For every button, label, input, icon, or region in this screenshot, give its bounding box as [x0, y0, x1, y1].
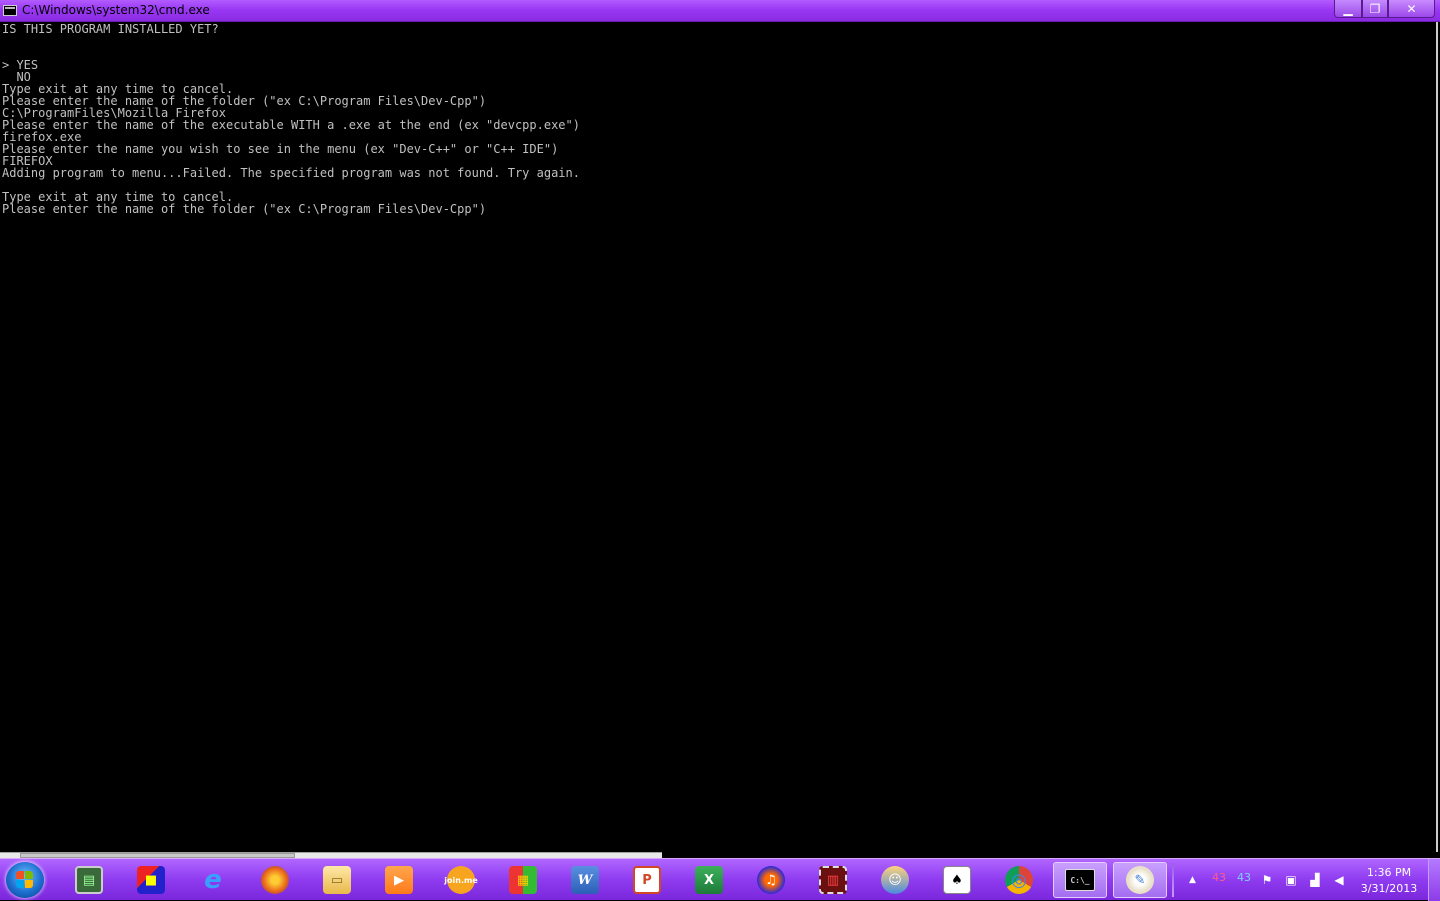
tray-indicator-2[interactable]: 43	[1237, 871, 1251, 884]
console-line: IS THIS PROGRAM INSTALLED YET?	[2, 22, 219, 36]
volume-icon[interactable]: ◀	[1332, 873, 1346, 887]
media-player-icon: ▶	[385, 866, 413, 894]
chrome-icon: ◎	[1005, 866, 1033, 894]
file-explorer-icon: ▭	[323, 866, 351, 894]
joinme-icon: join.me	[444, 866, 478, 894]
console-line: Please enter the name you wish to see in…	[2, 142, 559, 156]
clock[interactable]: 1:36 PM 3/31/2013	[1360, 865, 1418, 897]
network-icon[interactable]: ▣	[1284, 873, 1298, 887]
console-line: Adding program to menu...Failed. The spe…	[2, 166, 580, 180]
paint-icon: ✎	[1126, 866, 1154, 894]
taskbar-item-system-monitor[interactable]: ▤	[62, 862, 116, 898]
show-desktop-button[interactable]	[1428, 859, 1440, 901]
powerpoint-icon: P	[633, 866, 661, 894]
maximize-button[interactable]: ❐	[1362, 0, 1388, 18]
clock-time: 1:36 PM	[1366, 866, 1412, 879]
taskbar-item-firefox[interactable]: ◉	[248, 862, 302, 898]
taskbar-item-joinme[interactable]: join.me	[434, 862, 488, 898]
console-output: IS THIS PROGRAM INSTALLED YET? > YES NO Ty…	[2, 23, 580, 215]
console-line: > YES	[2, 58, 39, 72]
cmd-icon: C:\_	[1065, 869, 1095, 891]
firefox-icon: ◉	[261, 866, 289, 894]
taskbar-item-media-player[interactable]: ▶	[372, 862, 426, 898]
window-title: C:\Windows\system32\cmd.exe	[22, 3, 210, 17]
taskbar-item-internet-explorer[interactable]: e	[186, 862, 240, 898]
show-hidden-icons-icon[interactable]: ▲	[1189, 875, 1196, 885]
user-app-icon: ☺	[881, 866, 909, 894]
internet-explorer-icon: e	[204, 865, 222, 895]
taskbar: ▤■e◉▭▶join.me▦WPX♫▥☺♠◎C:\_✎ ▲ 43 43 ⚑ ▣ …	[0, 858, 1440, 901]
console-area[interactable]: IS THIS PROGRAM INSTALLED YET? > YES NO Ty…	[0, 22, 1438, 852]
close-button[interactable]: ✕	[1388, 0, 1435, 18]
taskbar-item-color-blocks[interactable]: ▦	[496, 862, 550, 898]
taskbar-item-excel[interactable]: X	[682, 862, 736, 898]
taskbar-item-film[interactable]: ▥	[806, 862, 860, 898]
taskbar-separator	[1172, 863, 1174, 897]
windows-logo-icon	[16, 871, 34, 889]
flag-icon[interactable]: ⚑	[1260, 873, 1274, 887]
taskbar-item-blocks-app[interactable]: ■	[124, 862, 178, 898]
console-line: Please enter the name of the executable …	[2, 118, 580, 132]
taskbar-item-user-app[interactable]: ☺	[868, 862, 922, 898]
taskbar-item-word[interactable]: W	[558, 862, 612, 898]
system-monitor-icon: ▤	[75, 866, 103, 894]
tray-indicator-1[interactable]: 43	[1212, 871, 1226, 884]
signal-icon[interactable]: ▟	[1308, 873, 1322, 887]
taskbar-item-file-explorer[interactable]: ▭	[310, 862, 364, 898]
audio-app-icon: ♫	[757, 866, 785, 894]
excel-icon: X	[695, 866, 723, 894]
taskbar-item-chrome[interactable]: ◎	[992, 862, 1046, 898]
console-line: Please enter the name of the folder ("ex…	[2, 202, 487, 216]
blocks-app-icon: ■	[137, 866, 165, 894]
taskbar-item-solitaire[interactable]: ♠	[930, 862, 984, 898]
solitaire-icon: ♠	[943, 866, 971, 894]
taskbar-item-paint[interactable]: ✎	[1113, 862, 1167, 898]
taskbar-item-powerpoint[interactable]: P	[620, 862, 674, 898]
taskbar-item-audio-app[interactable]: ♫	[744, 862, 798, 898]
word-icon: W	[571, 866, 599, 894]
clock-date: 3/31/2013	[1360, 882, 1418, 895]
color-blocks-icon: ▦	[509, 866, 537, 894]
minimize-icon: ▁	[1343, 1, 1353, 16]
start-button[interactable]	[6, 862, 44, 898]
close-icon: ✕	[1406, 1, 1417, 16]
film-icon: ▥	[819, 866, 847, 894]
window-title-bar[interactable]: C:\Windows\system32\cmd.exe ▁ ❐ ✕	[0, 0, 1440, 22]
cmd-icon[interactable]	[3, 5, 17, 16]
minimize-button[interactable]: ▁	[1334, 0, 1362, 18]
taskbar-item-cmd[interactable]: C:\_	[1053, 862, 1107, 898]
restore-icon: ❐	[1369, 1, 1381, 16]
